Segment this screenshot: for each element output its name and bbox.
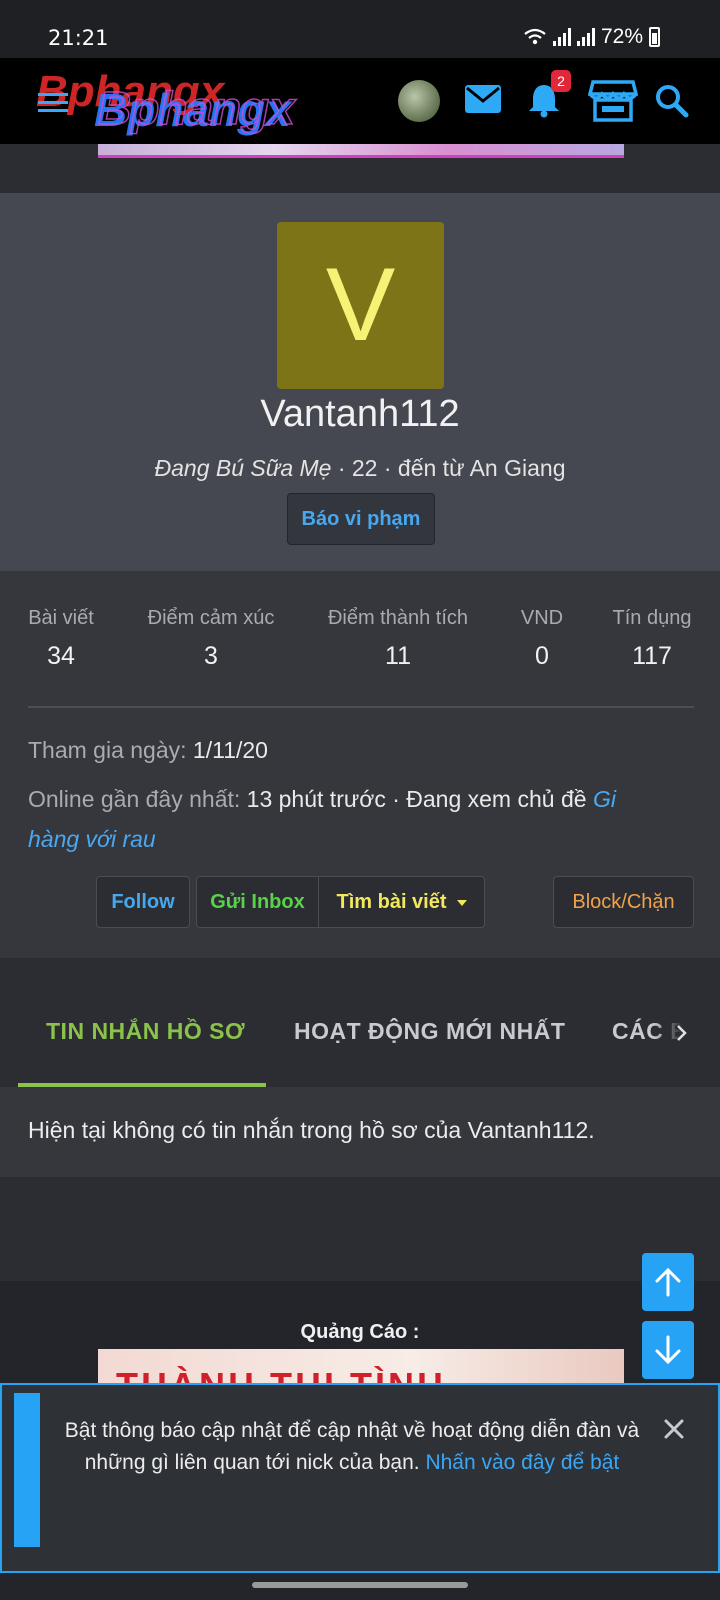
push-notification-prompt: Bật thông báo cập nhật để cập nhật về ho… — [0, 1383, 720, 1573]
find-posts-label: Tìm bài viết — [336, 891, 447, 913]
battery-percent: 72% — [600, 25, 643, 48]
scroll-top-button[interactable] — [642, 1253, 694, 1311]
status-time: 21:21 — [48, 26, 109, 50]
stat-value: 0 — [535, 642, 549, 670]
profile-tabs: TIN NHẮN HỒ SƠ HOẠT ĐỘNG MỚI NHẤT CÁC B — [0, 988, 720, 1087]
report-button[interactable]: Báo vi phạm — [287, 493, 435, 545]
tab-latest-activity[interactable]: HOẠT ĐỘNG MỚI NHẤT — [294, 1018, 565, 1045]
user-age-location: · 22 · đến từ An Giang — [331, 455, 566, 481]
stat-vnd: VND 0 — [518, 607, 566, 671]
stats-divider — [28, 706, 694, 708]
site-logo[interactable]: Bphangx Bphangx Bphangx — [34, 64, 354, 140]
wifi-icon — [524, 28, 546, 45]
send-inbox-button[interactable]: Gửi Inbox — [196, 876, 319, 928]
notification-count-badge: 2 — [551, 70, 571, 92]
find-posts-dropdown[interactable]: Tìm bài viết — [318, 876, 485, 928]
menu-icon[interactable] — [38, 93, 68, 117]
online-thread-link[interactable]: Gi — [593, 786, 616, 812]
online-label: Online gần đây nhất: — [28, 786, 241, 812]
arrow-down-icon — [655, 1335, 681, 1365]
stat-label: VND — [520, 607, 564, 629]
top-ad-banner[interactable] — [98, 144, 624, 158]
online-status: 13 phút trước · Đang xem chủ đề — [246, 786, 587, 812]
online-thread-link-cont[interactable]: hàng với rau — [28, 826, 156, 852]
notification-message: Bật thông báo cập nhật để cập nhật về ho… — [52, 1415, 652, 1479]
stat-label: Điểm cảm xúc — [147, 607, 275, 629]
stat-value: 34 — [47, 642, 75, 670]
profile-avatar[interactable]: V — [277, 222, 444, 389]
tab-postings[interactable]: CÁC B — [612, 1018, 682, 1045]
stat-label: Điểm thành tích — [327, 607, 469, 629]
tab-profile-messages[interactable]: TIN NHẮN HỒ SƠ — [46, 1018, 245, 1045]
notification-accent-bar — [14, 1393, 40, 1547]
svg-text:Bphangx: Bphangx — [98, 82, 297, 134]
status-bar: 21:21 72% — [0, 0, 720, 58]
stat-value: 11 — [385, 642, 411, 670]
stat-label: Tín dụng — [612, 607, 692, 629]
stat-credits: Tín dụng 117 — [610, 607, 694, 671]
stat-posts: Bài viết 34 — [28, 607, 94, 671]
user-rank-title: Đang Bú Sữa Mẹ — [154, 455, 332, 481]
stat-achievements: Điểm thành tích 11 — [326, 607, 470, 671]
search-icon[interactable] — [655, 84, 689, 118]
profile-username: Vantanh112 — [260, 393, 460, 435]
joined-date: 1/11/20 — [192, 737, 268, 763]
status-icons: 72% — [523, 25, 660, 49]
online-info: Online gần đây nhất: 13 phút trước · Đan… — [28, 779, 698, 820]
scroll-bottom-button[interactable] — [642, 1321, 694, 1379]
joined-info: Tham gia ngày: 1/11/20 — [28, 730, 268, 771]
chevron-down-icon — [456, 899, 467, 906]
close-icon[interactable] — [662, 1417, 686, 1441]
block-button[interactable]: Block/Chặn — [553, 876, 694, 928]
stat-reactions: Điểm cảm xúc 3 — [144, 607, 278, 671]
gesture-nav-bar[interactable] — [252, 1582, 468, 1588]
arrow-up-icon — [655, 1267, 681, 1297]
top-nav-bar: Bphangx Bphangx Bphangx 2 — [0, 58, 720, 144]
empty-messages-text: Hiện tại không có tin nhắn trong hồ sơ c… — [28, 1117, 595, 1143]
ads-label: Quảng Cáo : — [300, 1321, 420, 1343]
online-info-cont: hàng với rau — [28, 819, 156, 860]
store-icon[interactable] — [588, 80, 638, 122]
profile-header: V Vantanh112 Đang Bú Sữa Mẹ · 22 · đến t… — [0, 193, 720, 571]
profile-stats-section: Bài viết 34 Điểm cảm xúc 3 Điểm thành tí… — [0, 571, 720, 958]
enable-notifications-link[interactable]: Nhấn vào đây để bật — [425, 1451, 619, 1474]
stat-label: Bài viết — [28, 607, 94, 629]
battery-icon — [649, 27, 660, 47]
stat-value: 117 — [632, 642, 672, 670]
signal-icon — [552, 28, 571, 46]
profile-messages-panel: Hiện tại không có tin nhắn trong hồ sơ c… — [0, 1087, 720, 1177]
joined-label: Tham gia ngày: — [28, 737, 187, 763]
user-avatar[interactable] — [398, 80, 440, 122]
stat-value: 3 — [204, 642, 218, 670]
mail-icon[interactable] — [464, 84, 502, 114]
follow-button[interactable]: Follow — [96, 876, 190, 928]
profile-user-title: Đang Bú Sữa Mẹ · 22 · đến từ An Giang — [0, 455, 720, 482]
chevron-right-icon[interactable] — [676, 1024, 688, 1042]
signal-icon-2 — [576, 28, 595, 46]
